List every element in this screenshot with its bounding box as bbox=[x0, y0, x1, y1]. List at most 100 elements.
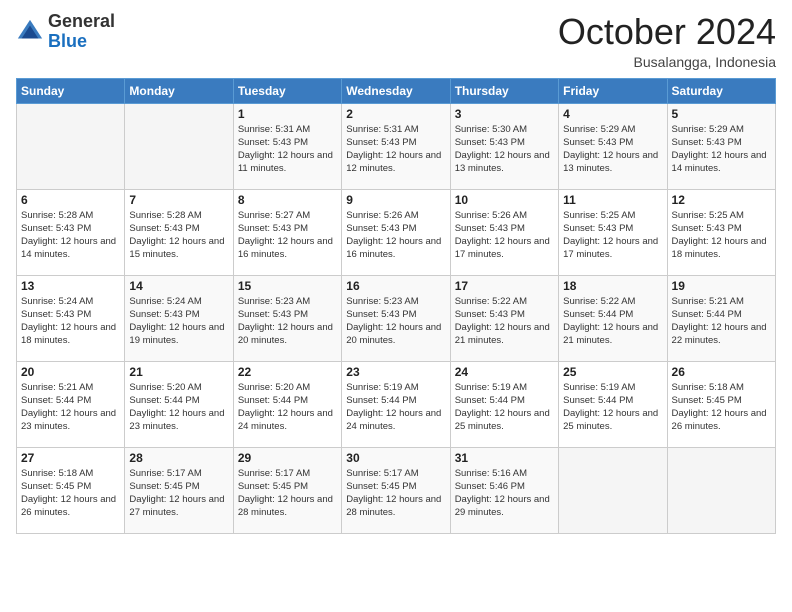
day-number: 24 bbox=[455, 365, 554, 379]
day-info: Sunrise: 5:24 AM Sunset: 5:43 PM Dayligh… bbox=[21, 295, 120, 348]
day-info: Sunrise: 5:19 AM Sunset: 5:44 PM Dayligh… bbox=[455, 381, 554, 434]
calendar: Sunday Monday Tuesday Wednesday Thursday… bbox=[16, 78, 776, 534]
day-info: Sunrise: 5:31 AM Sunset: 5:43 PM Dayligh… bbox=[238, 123, 337, 176]
day-info: Sunrise: 5:29 AM Sunset: 5:43 PM Dayligh… bbox=[672, 123, 771, 176]
month-title: October 2024 bbox=[558, 12, 776, 52]
day-info: Sunrise: 5:25 AM Sunset: 5:43 PM Dayligh… bbox=[563, 209, 662, 262]
calendar-cell: 21 Sunrise: 5:20 AM Sunset: 5:44 PM Dayli… bbox=[125, 361, 233, 447]
day-number: 28 bbox=[129, 451, 228, 465]
calendar-cell: 15 Sunrise: 5:23 AM Sunset: 5:43 PM Dayli… bbox=[233, 275, 341, 361]
location: Busalangga, Indonesia bbox=[558, 54, 776, 70]
calendar-cell bbox=[17, 103, 125, 189]
day-number: 30 bbox=[346, 451, 445, 465]
day-info: Sunrise: 5:17 AM Sunset: 5:45 PM Dayligh… bbox=[238, 467, 337, 520]
calendar-cell: 29 Sunrise: 5:17 AM Sunset: 5:45 PM Dayli… bbox=[233, 447, 341, 533]
calendar-cell: 16 Sunrise: 5:23 AM Sunset: 5:43 PM Dayli… bbox=[342, 275, 450, 361]
calendar-cell: 13 Sunrise: 5:24 AM Sunset: 5:43 PM Dayli… bbox=[17, 275, 125, 361]
day-info: Sunrise: 5:24 AM Sunset: 5:43 PM Dayligh… bbox=[129, 295, 228, 348]
calendar-week-row: 6 Sunrise: 5:28 AM Sunset: 5:43 PM Daylig… bbox=[17, 189, 776, 275]
day-info: Sunrise: 5:16 AM Sunset: 5:46 PM Dayligh… bbox=[455, 467, 554, 520]
calendar-cell: 6 Sunrise: 5:28 AM Sunset: 5:43 PM Daylig… bbox=[17, 189, 125, 275]
calendar-cell: 18 Sunrise: 5:22 AM Sunset: 5:44 PM Dayli… bbox=[559, 275, 667, 361]
day-info: Sunrise: 5:22 AM Sunset: 5:44 PM Dayligh… bbox=[563, 295, 662, 348]
calendar-cell: 7 Sunrise: 5:28 AM Sunset: 5:43 PM Daylig… bbox=[125, 189, 233, 275]
calendar-cell: 1 Sunrise: 5:31 AM Sunset: 5:43 PM Daylig… bbox=[233, 103, 341, 189]
col-thursday: Thursday bbox=[450, 78, 558, 103]
col-wednesday: Wednesday bbox=[342, 78, 450, 103]
day-number: 20 bbox=[21, 365, 120, 379]
day-number: 19 bbox=[672, 279, 771, 293]
calendar-cell: 4 Sunrise: 5:29 AM Sunset: 5:43 PM Daylig… bbox=[559, 103, 667, 189]
day-number: 23 bbox=[346, 365, 445, 379]
logo-icon bbox=[16, 18, 44, 46]
calendar-cell: 22 Sunrise: 5:20 AM Sunset: 5:44 PM Dayli… bbox=[233, 361, 341, 447]
col-tuesday: Tuesday bbox=[233, 78, 341, 103]
day-info: Sunrise: 5:17 AM Sunset: 5:45 PM Dayligh… bbox=[346, 467, 445, 520]
day-info: Sunrise: 5:18 AM Sunset: 5:45 PM Dayligh… bbox=[672, 381, 771, 434]
day-info: Sunrise: 5:20 AM Sunset: 5:44 PM Dayligh… bbox=[129, 381, 228, 434]
calendar-cell: 25Sunrise: 5:19 AM Sunset: 5:44 PM Dayli… bbox=[559, 361, 667, 447]
day-number: 12 bbox=[672, 193, 771, 207]
day-number: 18 bbox=[563, 279, 662, 293]
day-number: 11 bbox=[563, 193, 662, 207]
day-number: 26 bbox=[672, 365, 771, 379]
day-info: Sunrise: 5:29 AM Sunset: 5:43 PM Dayligh… bbox=[563, 123, 662, 176]
day-info: Sunrise: 5:19 AM Sunset: 5:44 PM Dayligh… bbox=[563, 381, 662, 434]
calendar-week-row: 20 Sunrise: 5:21 AM Sunset: 5:44 PM Dayli… bbox=[17, 361, 776, 447]
day-number: 15 bbox=[238, 279, 337, 293]
calendar-cell: 3Sunrise: 5:30 AM Sunset: 5:43 PM Daylig… bbox=[450, 103, 558, 189]
day-info: Sunrise: 5:21 AM Sunset: 5:44 PM Dayligh… bbox=[21, 381, 120, 434]
day-info: Sunrise: 5:31 AM Sunset: 5:43 PM Dayligh… bbox=[346, 123, 445, 176]
day-number: 3 bbox=[455, 107, 554, 121]
day-number: 29 bbox=[238, 451, 337, 465]
calendar-cell: 26 Sunrise: 5:18 AM Sunset: 5:45 PM Dayli… bbox=[667, 361, 775, 447]
day-info: Sunrise: 5:28 AM Sunset: 5:43 PM Dayligh… bbox=[129, 209, 228, 262]
logo-general: General bbox=[48, 11, 115, 31]
day-number: 7 bbox=[129, 193, 228, 207]
calendar-cell: 20 Sunrise: 5:21 AM Sunset: 5:44 PM Dayli… bbox=[17, 361, 125, 447]
day-info: Sunrise: 5:28 AM Sunset: 5:43 PM Dayligh… bbox=[21, 209, 120, 262]
day-number: 6 bbox=[21, 193, 120, 207]
calendar-week-row: 13 Sunrise: 5:24 AM Sunset: 5:43 PM Dayli… bbox=[17, 275, 776, 361]
day-info: Sunrise: 5:18 AM Sunset: 5:45 PM Dayligh… bbox=[21, 467, 120, 520]
day-info: Sunrise: 5:26 AM Sunset: 5:43 PM Dayligh… bbox=[346, 209, 445, 262]
day-number: 2 bbox=[346, 107, 445, 121]
page: General Blue October 2024 Busalangga, In… bbox=[0, 0, 792, 612]
logo: General Blue bbox=[16, 12, 115, 52]
day-number: 14 bbox=[129, 279, 228, 293]
day-info: Sunrise: 5:25 AM Sunset: 5:43 PM Dayligh… bbox=[672, 209, 771, 262]
calendar-cell: 23 Sunrise: 5:19 AM Sunset: 5:44 PM Dayli… bbox=[342, 361, 450, 447]
day-info: Sunrise: 5:21 AM Sunset: 5:44 PM Dayligh… bbox=[672, 295, 771, 348]
calendar-week-row: 1 Sunrise: 5:31 AM Sunset: 5:43 PM Daylig… bbox=[17, 103, 776, 189]
day-number: 1 bbox=[238, 107, 337, 121]
day-info: Sunrise: 5:19 AM Sunset: 5:44 PM Dayligh… bbox=[346, 381, 445, 434]
day-info: Sunrise: 5:20 AM Sunset: 5:44 PM Dayligh… bbox=[238, 381, 337, 434]
calendar-week-row: 27 Sunrise: 5:18 AM Sunset: 5:45 PM Dayli… bbox=[17, 447, 776, 533]
calendar-cell: 27 Sunrise: 5:18 AM Sunset: 5:45 PM Dayli… bbox=[17, 447, 125, 533]
day-number: 22 bbox=[238, 365, 337, 379]
col-friday: Friday bbox=[559, 78, 667, 103]
calendar-cell: 31Sunrise: 5:16 AM Sunset: 5:46 PM Dayli… bbox=[450, 447, 558, 533]
calendar-cell: 12 Sunrise: 5:25 AM Sunset: 5:43 PM Dayli… bbox=[667, 189, 775, 275]
calendar-cell: 28Sunrise: 5:17 AM Sunset: 5:45 PM Dayli… bbox=[125, 447, 233, 533]
col-monday: Monday bbox=[125, 78, 233, 103]
day-number: 8 bbox=[238, 193, 337, 207]
day-info: Sunrise: 5:27 AM Sunset: 5:43 PM Dayligh… bbox=[238, 209, 337, 262]
day-number: 13 bbox=[21, 279, 120, 293]
day-number: 10 bbox=[455, 193, 554, 207]
calendar-cell: 11 Sunrise: 5:25 AM Sunset: 5:43 PM Dayli… bbox=[559, 189, 667, 275]
day-number: 4 bbox=[563, 107, 662, 121]
calendar-cell bbox=[559, 447, 667, 533]
calendar-cell bbox=[667, 447, 775, 533]
calendar-cell: 17Sunrise: 5:22 AM Sunset: 5:43 PM Dayli… bbox=[450, 275, 558, 361]
calendar-cell: 8 Sunrise: 5:27 AM Sunset: 5:43 PM Daylig… bbox=[233, 189, 341, 275]
day-number: 27 bbox=[21, 451, 120, 465]
day-info: Sunrise: 5:23 AM Sunset: 5:43 PM Dayligh… bbox=[238, 295, 337, 348]
day-info: Sunrise: 5:23 AM Sunset: 5:43 PM Dayligh… bbox=[346, 295, 445, 348]
day-number: 9 bbox=[346, 193, 445, 207]
day-number: 16 bbox=[346, 279, 445, 293]
day-number: 21 bbox=[129, 365, 228, 379]
calendar-header-row: Sunday Monday Tuesday Wednesday Thursday… bbox=[17, 78, 776, 103]
calendar-cell: 5Sunrise: 5:29 AM Sunset: 5:43 PM Daylig… bbox=[667, 103, 775, 189]
calendar-cell: 10Sunrise: 5:26 AM Sunset: 5:43 PM Dayli… bbox=[450, 189, 558, 275]
